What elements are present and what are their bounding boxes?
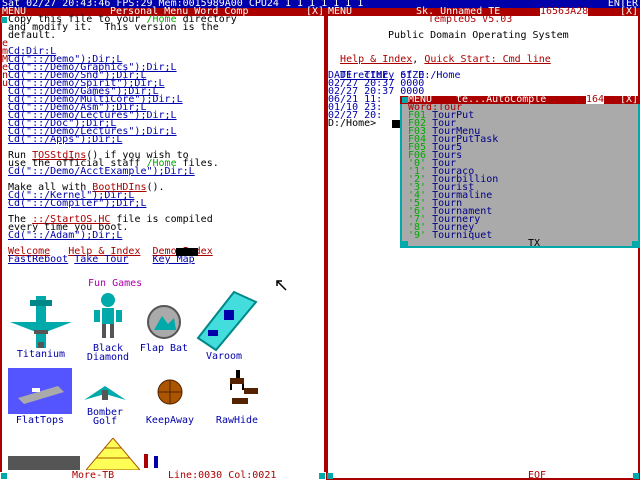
partial-figure-icon: [144, 454, 158, 468]
autocomplete-address: 164: [586, 94, 605, 105]
titanium-jet-icon: [10, 296, 72, 348]
varoom-car-icon: [196, 290, 258, 352]
mouse-pointer-icon: [276, 280, 287, 291]
partial-pyramid-icon: [86, 438, 140, 470]
autocomplete-item-key: '9': [408, 230, 427, 241]
document-link[interactable]: Cd("::/Compiler");Dir;L: [8, 198, 146, 209]
help-links-row: Help & Index, Quick Start: Cmd line: [340, 54, 551, 65]
document-text: default.: [8, 30, 57, 41]
left-status-bar: More-TB Line:0030 Col:0021: [0, 470, 326, 481]
game-label-blackdiamond: Black Diamond: [86, 343, 130, 363]
game-label-varoom: Varoom: [205, 351, 243, 362]
document-link[interactable]: Cd("::/Adam");Dir;L: [8, 230, 122, 241]
document-line: Cd("::/Compiler");Dir;L: [8, 198, 146, 209]
game-label-flattops: FlatTops: [15, 415, 65, 426]
fun-games-heading: Fun Games: [88, 278, 143, 289]
game-label-flapbat: Flap Bat: [139, 343, 189, 354]
eof-indicator: EOF: [528, 470, 547, 481]
autocomplete-footer: TX: [528, 238, 541, 249]
os-subtitle: Public Domain Operating System: [388, 30, 569, 41]
line-col-indicator: Line:0030 Col:0021: [168, 470, 277, 481]
os-title: TempleOS V5.03: [428, 14, 513, 25]
flapbat-moon-icon: [147, 305, 181, 339]
document-link[interactable]: Cd("::/Apps");Dir;L: [8, 134, 122, 145]
document-text: ().: [146, 182, 165, 193]
right-bottom-left-resize[interactable]: [327, 473, 333, 479]
left-bottom-right-resize[interactable]: [319, 473, 325, 479]
blackdiamond-man-icon: [94, 293, 122, 338]
document-line: Cd("::/Adam");Dir;L: [8, 230, 122, 241]
autocomplete-bottom-left-resize[interactable]: [402, 241, 408, 247]
command-prompt[interactable]: D:/Home>: [328, 119, 376, 129]
right-menu-button[interactable]: MENU: [328, 7, 352, 17]
left-resize-corner[interactable]: [1, 17, 7, 23]
left-bottom-resize-corner[interactable]: [1, 473, 7, 479]
keepaway-ball-icon: [157, 379, 183, 405]
right-close-button[interactable]: [X]: [620, 7, 638, 17]
document-link[interactable]: Cd("::/Demo/AcctExample");Dir;L: [8, 166, 195, 177]
document-link[interactable]: FastReboot: [8, 254, 68, 265]
game-label-keepaway: KeepAway: [145, 415, 195, 426]
partial-game-image-gray: [8, 456, 80, 470]
left-close-button[interactable]: [X]: [306, 7, 324, 17]
document-line: default.: [8, 30, 57, 41]
right-bottom-right-resize[interactable]: [633, 473, 639, 479]
document-line: FastReboot Take Tour Key Map: [8, 254, 195, 265]
right-window-address: 16563A28: [540, 6, 589, 17]
document-line: Cd("::/Demo/AcctExample");Dir;L: [8, 166, 195, 177]
rawhide-cattle-icon: [230, 370, 258, 404]
autocomplete-title: te...AutoComple: [456, 94, 547, 105]
document-text: [128, 254, 152, 265]
document-line: Cd("::/Apps");Dir;L: [8, 134, 122, 145]
autocomplete-close-button[interactable]: [X]: [620, 95, 638, 105]
game-label-titanium: Titanium: [16, 349, 66, 360]
flattops-carrier-icon: [8, 368, 72, 414]
autocomplete-item-word: Tourniquet: [426, 230, 493, 241]
prompt-cursor: [392, 120, 400, 128]
document-link[interactable]: Take Tour: [74, 254, 128, 265]
game-label-rawhide: RawHide: [215, 415, 259, 426]
text-cursor-block: [176, 248, 198, 256]
autocomplete-bottom-right-resize[interactable]: [632, 241, 638, 247]
bombergolf-plane-icon: [84, 386, 126, 400]
more-indicator: More-TB: [72, 470, 115, 481]
game-label-bombergolf: Bomber Golf: [86, 407, 124, 427]
autocomplete-item[interactable]: '9' Tourniquet: [408, 230, 493, 241]
